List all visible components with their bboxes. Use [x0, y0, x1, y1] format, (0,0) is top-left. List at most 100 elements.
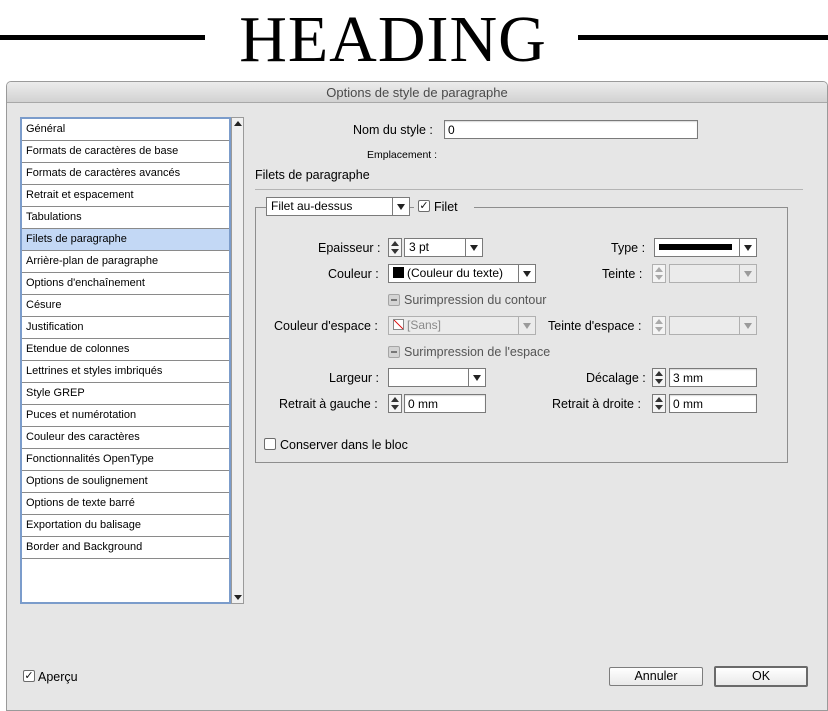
chevron-down-icon: [739, 239, 756, 256]
checkmark-icon: ✓: [419, 200, 429, 212]
preview-label: Aperçu: [38, 670, 78, 684]
category-item[interactable]: Justification: [22, 317, 229, 339]
style-name-input[interactable]: [444, 120, 698, 139]
category-item[interactable]: Style GREP: [22, 383, 229, 405]
rule-on-checkbox[interactable]: ✓: [418, 200, 430, 212]
checkmark-icon: ✓: [24, 670, 34, 682]
keep-in-frame-label: Conserver dans le bloc: [280, 438, 408, 452]
overprint-stroke-label: Surimpression du contour: [404, 293, 547, 307]
category-item[interactable]: Tabulations: [22, 207, 229, 229]
decrement-icon[interactable]: [391, 405, 399, 410]
document-heading: HEADING: [239, 3, 547, 76]
increment-icon[interactable]: [391, 397, 399, 402]
rule-position-value: Filet au-dessus: [271, 199, 353, 213]
scroll-down-icon[interactable]: [234, 595, 242, 600]
right-indent-stepper[interactable]: [652, 394, 666, 413]
type-select[interactable]: [654, 238, 757, 257]
gap-tint-stepper: [652, 316, 666, 335]
gap-color-select: [Sans]: [388, 316, 536, 335]
category-list[interactable]: Général Formats de caractères de base Form…: [20, 117, 231, 604]
overprint-gap-label: Surimpression de l'espace: [404, 345, 551, 359]
right-indent-input[interactable]: [669, 394, 757, 413]
category-item[interactable]: Retrait et espacement: [22, 185, 229, 207]
category-list-scrollbar[interactable]: [231, 117, 244, 604]
weight-value: 3 pt: [409, 240, 430, 254]
color-swatch-icon: [393, 267, 404, 278]
weight-select[interactable]: 3 pt: [404, 238, 483, 257]
weight-label: Epaisseur :: [318, 241, 381, 255]
category-item[interactable]: Formats de caractères avancés: [22, 163, 229, 185]
chevron-down-icon: [518, 265, 535, 282]
dialog-title: Options de style de paragraphe: [7, 82, 827, 103]
category-item[interactable]: Filets de paragraphe: [22, 229, 229, 251]
tint-stepper: [652, 264, 666, 283]
increment-icon: [655, 319, 663, 324]
paragraph-style-options-dialog: Options de style de paragraphe Général Fo…: [6, 81, 828, 711]
left-indent-stepper[interactable]: [388, 394, 402, 413]
category-item[interactable]: Options d'enchaînement: [22, 273, 229, 295]
category-item[interactable]: Etendue de colonnes: [22, 339, 229, 361]
color-value: (Couleur du texte): [407, 266, 504, 280]
category-item[interactable]: Césure: [22, 295, 229, 317]
offset-input[interactable]: [669, 368, 757, 387]
increment-icon[interactable]: [655, 397, 663, 402]
category-item[interactable]: Formats de caractères de base: [22, 141, 229, 163]
left-indent-label: Retrait à gauche :: [279, 397, 378, 411]
width-label: Largeur :: [329, 371, 380, 385]
left-indent-input[interactable]: [404, 394, 486, 413]
tint-select: [669, 264, 757, 283]
ok-button[interactable]: OK: [714, 666, 808, 687]
category-item[interactable]: Options de soulignement: [22, 471, 229, 493]
right-indent-label: Retrait à droite :: [552, 397, 641, 411]
chevron-down-icon: [739, 265, 756, 282]
category-item[interactable]: Fonctionnalités OpenType: [22, 449, 229, 471]
offset-stepper[interactable]: [652, 368, 666, 387]
style-name-label: Nom du style :: [353, 123, 433, 137]
increment-icon: [655, 267, 663, 272]
category-item[interactable]: Couleur des caractères: [22, 427, 229, 449]
tint-label: Teinte :: [602, 267, 643, 281]
keep-in-frame-checkbox[interactable]: [264, 438, 276, 450]
rule-on-label: Filet: [434, 200, 458, 214]
color-label: Couleur :: [328, 267, 379, 281]
decrement-icon: [655, 275, 663, 280]
type-label: Type :: [611, 241, 646, 255]
category-item[interactable]: Lettrines et styles imbriqués: [22, 361, 229, 383]
offset-label: Décalage :: [586, 371, 646, 385]
chevron-down-icon: [739, 317, 756, 334]
chevron-down-icon: [465, 239, 482, 256]
gap-color-value: [Sans]: [407, 318, 442, 332]
category-item[interactable]: Options de texte barré: [22, 493, 229, 515]
solid-line-icon: [659, 244, 732, 250]
overprint-stroke-checkbox: [388, 294, 400, 306]
increment-icon[interactable]: [391, 241, 399, 246]
location-label: Emplacement :: [367, 149, 438, 161]
chevron-down-icon: [518, 317, 535, 334]
width-select[interactable]: [388, 368, 486, 387]
document-rule-right: [578, 35, 828, 40]
category-item[interactable]: Exportation du balisage: [22, 515, 229, 537]
gap-tint-select: [669, 316, 757, 335]
color-select[interactable]: (Couleur du texte): [388, 264, 536, 283]
none-swatch-icon: [393, 319, 404, 330]
decrement-icon[interactable]: [655, 405, 663, 410]
section-divider: [255, 189, 803, 190]
scroll-up-icon[interactable]: [234, 121, 242, 126]
gap-tint-label: Teinte d'espace :: [548, 319, 642, 333]
rule-position-select[interactable]: Filet au-dessus: [266, 197, 410, 216]
overprint-gap-checkbox: [388, 346, 400, 358]
section-title: Filets de paragraphe: [255, 168, 370, 182]
weight-stepper[interactable]: [388, 238, 402, 257]
decrement-icon: [655, 327, 663, 332]
decrement-icon[interactable]: [391, 249, 399, 254]
gap-color-label: Couleur d'espace :: [274, 319, 378, 333]
category-item[interactable]: Général: [22, 119, 229, 141]
cancel-button[interactable]: Annuler: [609, 667, 703, 686]
chevron-down-icon: [392, 198, 409, 215]
category-item[interactable]: Arrière-plan de paragraphe: [22, 251, 229, 273]
decrement-icon[interactable]: [655, 379, 663, 384]
increment-icon[interactable]: [655, 371, 663, 376]
category-item[interactable]: Border and Background: [22, 537, 229, 559]
preview-checkbox[interactable]: ✓: [23, 670, 35, 682]
category-item[interactable]: Puces et numérotation: [22, 405, 229, 427]
